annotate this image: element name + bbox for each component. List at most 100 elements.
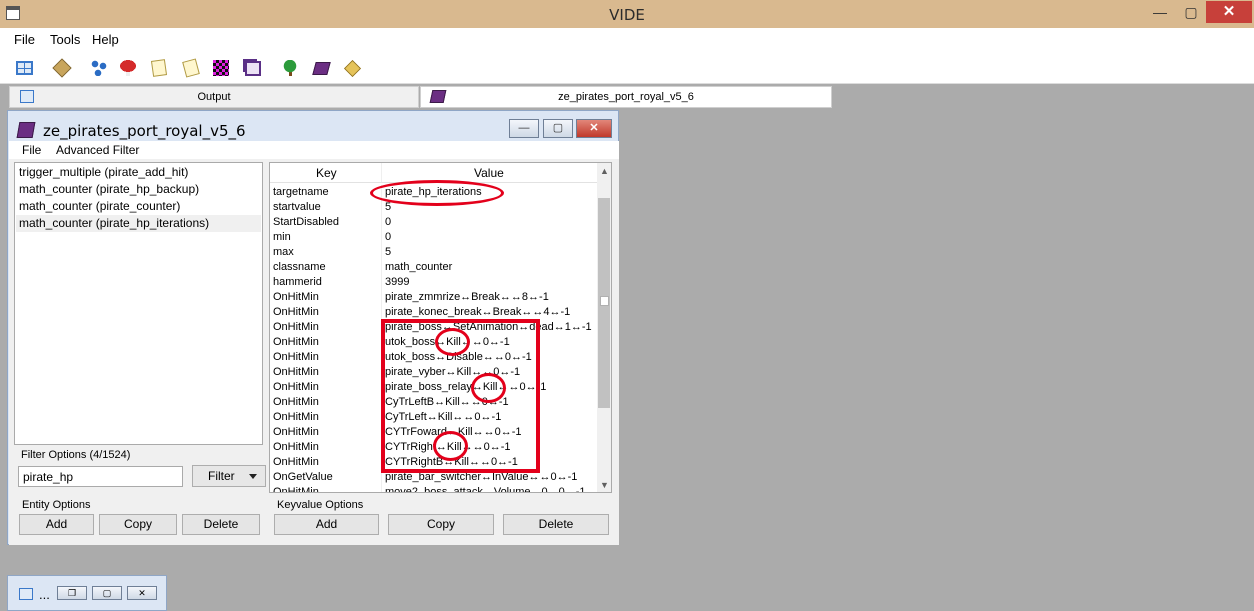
entity-add-button[interactable]: Add — [19, 514, 94, 535]
sub-minimize-button[interactable]: — — [509, 119, 539, 138]
entity-item[interactable]: math_counter (pirate_hp_backup) — [19, 181, 199, 198]
key-column-header[interactable]: Key — [316, 166, 337, 180]
entity-item[interactable]: trigger_multiple (pirate_add_hit) — [19, 164, 188, 181]
keyvalue-key: OnHitMin — [273, 321, 319, 333]
keyvalue-row[interactable]: classname math_counter — [270, 260, 597, 275]
keyvalue-key: OnGetValue — [273, 471, 333, 483]
grid-icon[interactable] — [13, 57, 35, 79]
title-bar: VIDE — ▢ ✕ — [0, 0, 1254, 28]
scroll-down-arrow[interactable]: ▼ — [600, 481, 609, 490]
keyvalue-key: classname — [273, 261, 326, 273]
tab-output-label: Output — [197, 91, 231, 103]
menu-bar: File Tools Help — [0, 28, 1254, 52]
tab-output[interactable]: Output — [9, 86, 419, 108]
keyvalue-copy-button[interactable]: Copy — [388, 514, 494, 535]
entity-copy-button[interactable]: Copy — [99, 514, 177, 535]
column-divider — [381, 230, 382, 245]
menu-help[interactable]: Help — [92, 32, 119, 47]
entity-editor-title: ze_pirates_port_royal_v5_6 — [43, 122, 246, 140]
column-divider — [381, 215, 382, 230]
keyvalue-key: OnHitMin — [273, 366, 319, 378]
restore-button[interactable]: ❐ — [57, 586, 87, 600]
keyvalue-key: OnHitMin — [273, 396, 319, 408]
menu-file[interactable]: File — [14, 32, 35, 47]
keyvalue-row[interactable]: min 0 — [270, 230, 597, 245]
notepad-pencil-icon[interactable] — [180, 57, 202, 79]
keyvalue-key: OnHitMin — [273, 486, 319, 493]
entity-list[interactable]: trigger_multiple (pirate_add_hit) math_c… — [14, 162, 263, 445]
minimize-button[interactable]: — — [1145, 1, 1175, 23]
entity-options-label: Entity Options — [22, 499, 91, 511]
keyvalue-value: 3999 — [385, 276, 410, 288]
menu-tools[interactable]: Tools — [50, 32, 80, 47]
filter-options: Filter Options (4/1524) pirate_hp Filter — [14, 449, 266, 491]
sub-close-button[interactable]: ✕ — [576, 119, 612, 138]
entity-item[interactable]: math_counter (pirate_counter) — [19, 198, 180, 215]
column-divider — [381, 275, 382, 290]
minimized-title: ... — [39, 587, 50, 602]
keyvalue-key: hammerid — [273, 276, 322, 288]
tab-document[interactable]: ze_pirates_port_royal_v5_6 — [420, 86, 832, 108]
book-icon[interactable] — [310, 57, 332, 79]
mushroom-icon[interactable] — [117, 57, 139, 79]
keyvalue-key: targetname — [273, 186, 329, 198]
keyvalue-row[interactable]: StartDisabled 0 — [270, 215, 597, 230]
keyvalue-row[interactable]: hammerid 3999 — [270, 275, 597, 290]
minimized-window[interactable]: ... ❐ ▢ ✕ — [7, 575, 167, 611]
annotation-circle-kill — [435, 328, 470, 356]
window-stack-icon[interactable] — [242, 57, 264, 79]
sub-menu-advanced-filter[interactable]: Advanced Filter — [56, 143, 139, 157]
column-divider — [381, 245, 382, 260]
keyvalue-key: max — [273, 246, 294, 258]
keyvalue-key: OnHitMin — [273, 336, 319, 348]
tree-icon[interactable] — [279, 57, 301, 79]
value-column-header[interactable]: Value — [474, 166, 504, 180]
keyvalue-row[interactable]: OnHitMin pirate_zmmrize↔Break↔↔8↔-1 — [270, 290, 597, 305]
app-title: VIDE — [609, 6, 645, 24]
close-button[interactable]: ✕ — [127, 586, 157, 600]
tab-document-label: ze_pirates_port_royal_v5_6 — [558, 91, 694, 103]
keyvalue-value: 0 — [385, 216, 392, 228]
keyvalue-options-label: Keyvalue Options — [277, 499, 364, 511]
keyvalue-value: math_counter — [385, 261, 453, 273]
sub-maximize-button[interactable]: ▢ — [543, 119, 573, 138]
output-icon — [19, 588, 33, 600]
keyvalue-delete-button[interactable]: Delete — [503, 514, 609, 535]
book-icon — [16, 122, 36, 138]
keyvalue-value: pirate_zmmrize↔Break↔↔8↔-1 — [385, 291, 549, 303]
keyvalue-key: OnHitMin — [273, 426, 319, 438]
maximize-button[interactable]: ▢ — [92, 586, 122, 600]
sub-menu-file[interactable]: File — [22, 143, 41, 157]
package-icon[interactable] — [51, 57, 73, 79]
entity-editor-menu: File Advanced Filter — [9, 141, 619, 159]
column-divider — [381, 485, 382, 492]
keyvalue-add-button[interactable]: Add — [274, 514, 379, 535]
keyvalue-row[interactable]: OnHitMin move2_boss_attack↔Volume↔0↔0↔-1 — [270, 485, 597, 493]
keyvalue-key: OnHitMin — [273, 381, 319, 393]
wrench-icon[interactable] — [341, 57, 363, 79]
filter-input[interactable]: pirate_hp — [18, 466, 183, 487]
annotation-circle-targetname — [370, 180, 504, 206]
close-button[interactable]: ✕ — [1206, 1, 1252, 23]
molecule-icon[interactable] — [88, 57, 110, 79]
entity-item-selected[interactable]: math_counter (pirate_hp_iterations) — [16, 215, 261, 232]
scroll-up-arrow[interactable]: ▲ — [600, 167, 609, 176]
entity-delete-button[interactable]: Delete — [182, 514, 260, 535]
notepad-icon[interactable] — [148, 57, 170, 79]
output-icon — [20, 90, 34, 103]
keyvalue-scrollbar[interactable]: ▲ ▼ — [597, 163, 611, 492]
checker-icon[interactable] — [210, 57, 232, 79]
filter-dropdown-button[interactable]: Filter — [192, 465, 266, 487]
column-divider — [381, 163, 382, 182]
book-icon — [429, 90, 447, 103]
tab-bar: Output ze_pirates_port_royal_v5_6 — [0, 84, 1254, 108]
keyvalue-key: min — [273, 231, 291, 243]
maximize-button[interactable]: ▢ — [1176, 1, 1206, 23]
keyvalue-row[interactable]: max 5 — [270, 245, 597, 260]
keyvalue-row[interactable]: OnHitMin pirate_konec_break↔Break↔↔4↔-1 — [270, 305, 597, 320]
annotation-circle-kill — [433, 431, 468, 461]
keyvalue-value: 5 — [385, 246, 392, 258]
column-divider — [381, 260, 382, 275]
keyvalue-key: OnHitMin — [273, 291, 319, 303]
filter-options-label: Filter Options (4/1524) — [21, 449, 131, 461]
